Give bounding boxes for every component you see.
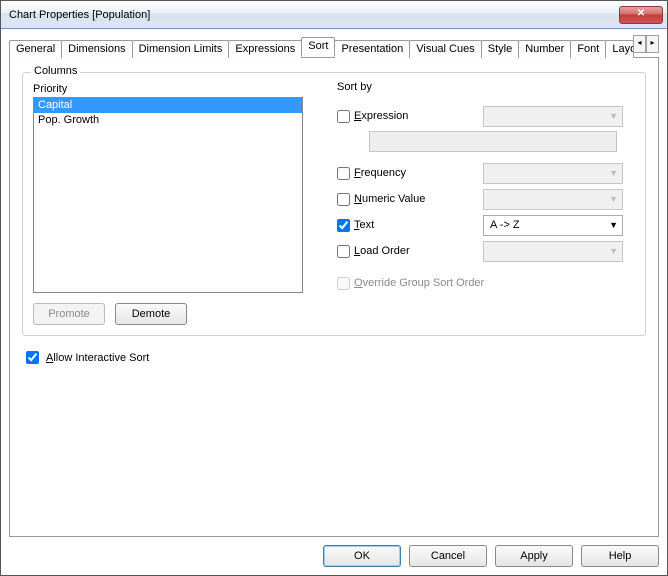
tab-font[interactable]: Font bbox=[570, 40, 606, 58]
allow-interactive-label: Allow Interactive Sort bbox=[46, 352, 149, 364]
expression-check-label[interactable]: Expression bbox=[337, 110, 477, 123]
numeric-checkbox[interactable] bbox=[337, 193, 350, 206]
priority-listbox[interactable]: Capital Pop. Growth bbox=[33, 97, 303, 293]
dialog-footer: OK Cancel Apply Help bbox=[9, 537, 659, 567]
promote-button: Promote bbox=[33, 303, 105, 325]
expression-edit bbox=[369, 131, 617, 152]
numeric-check-label[interactable]: Numeric Value bbox=[337, 193, 477, 206]
sortby-label: Sort by bbox=[337, 81, 372, 93]
override-checkbox bbox=[337, 277, 350, 290]
allow-interactive-row[interactable]: Allow Interactive Sort bbox=[22, 348, 646, 367]
ok-button[interactable]: OK bbox=[323, 545, 401, 567]
chevron-down-icon: ▼ bbox=[609, 194, 618, 204]
numeric-combo: ▼ bbox=[483, 189, 623, 210]
columns-groupbox: Columns Priority Capital Pop. Growth Pro… bbox=[22, 72, 646, 336]
window-title: Chart Properties [Population] bbox=[9, 9, 619, 21]
tab-strip: General Dimensions Dimension Limits Expr… bbox=[9, 35, 659, 57]
list-item[interactable]: Pop. Growth bbox=[34, 113, 302, 128]
tab-style[interactable]: Style bbox=[481, 40, 519, 58]
tab-number[interactable]: Number bbox=[518, 40, 571, 58]
list-item[interactable]: Capital bbox=[34, 98, 302, 113]
chevron-down-icon: ▼ bbox=[609, 220, 618, 230]
chevron-down-icon: ▼ bbox=[609, 168, 618, 178]
frequency-checkbox[interactable] bbox=[337, 167, 350, 180]
tab-expressions[interactable]: Expressions bbox=[228, 40, 302, 58]
tab-page-sort: Columns Priority Capital Pop. Growth Pro… bbox=[9, 57, 659, 537]
tab-general[interactable]: General bbox=[9, 40, 62, 58]
sortby-column: Sort by Expression ▼ bbox=[337, 83, 635, 325]
chevron-down-icon: ▼ bbox=[609, 111, 618, 121]
content-area: General Dimensions Dimension Limits Expr… bbox=[1, 29, 667, 575]
priority-column: Priority Capital Pop. Growth Promote Dem… bbox=[33, 83, 303, 325]
tab-dimensions[interactable]: Dimensions bbox=[61, 40, 132, 58]
tab-layout[interactable]: Layo bbox=[605, 40, 634, 58]
tab-sort[interactable]: Sort bbox=[301, 37, 335, 57]
allow-interactive-checkbox[interactable] bbox=[26, 351, 39, 364]
apply-button[interactable]: Apply bbox=[495, 545, 573, 567]
help-button[interactable]: Help bbox=[581, 545, 659, 567]
load-combo: ▼ bbox=[483, 241, 623, 262]
tab-scroll-left[interactable]: ◂ bbox=[633, 35, 646, 53]
tab-dimension-limits[interactable]: Dimension Limits bbox=[132, 40, 230, 58]
tab-scroll: ◂ ▸ bbox=[633, 35, 659, 53]
load-checkbox[interactable] bbox=[337, 245, 350, 258]
tab-visual-cues[interactable]: Visual Cues bbox=[409, 40, 482, 58]
chevron-down-icon: ▼ bbox=[609, 246, 618, 256]
demote-button[interactable]: Demote bbox=[115, 303, 187, 325]
expression-combo: ▼ bbox=[483, 106, 623, 127]
text-checkbox[interactable] bbox=[337, 219, 350, 232]
priority-label: Priority bbox=[33, 83, 303, 95]
columns-group-label: Columns bbox=[31, 65, 80, 77]
frequency-check-label[interactable]: Frequency bbox=[337, 167, 477, 180]
load-check-label[interactable]: Load Order bbox=[337, 245, 477, 258]
close-button[interactable]: ✕ bbox=[619, 6, 663, 24]
expression-checkbox[interactable] bbox=[337, 110, 350, 123]
tab-scroll-right[interactable]: ▸ bbox=[646, 35, 659, 53]
tab-presentation[interactable]: Presentation bbox=[334, 40, 410, 58]
text-check-label[interactable]: Text bbox=[337, 219, 477, 232]
override-check-label: Override Group Sort Order bbox=[337, 277, 484, 290]
cancel-button[interactable]: Cancel bbox=[409, 545, 487, 567]
frequency-combo: ▼ bbox=[483, 163, 623, 184]
text-combo[interactable]: A -> Z ▼ bbox=[483, 215, 623, 236]
title-bar: Chart Properties [Population] ✕ bbox=[1, 1, 667, 29]
